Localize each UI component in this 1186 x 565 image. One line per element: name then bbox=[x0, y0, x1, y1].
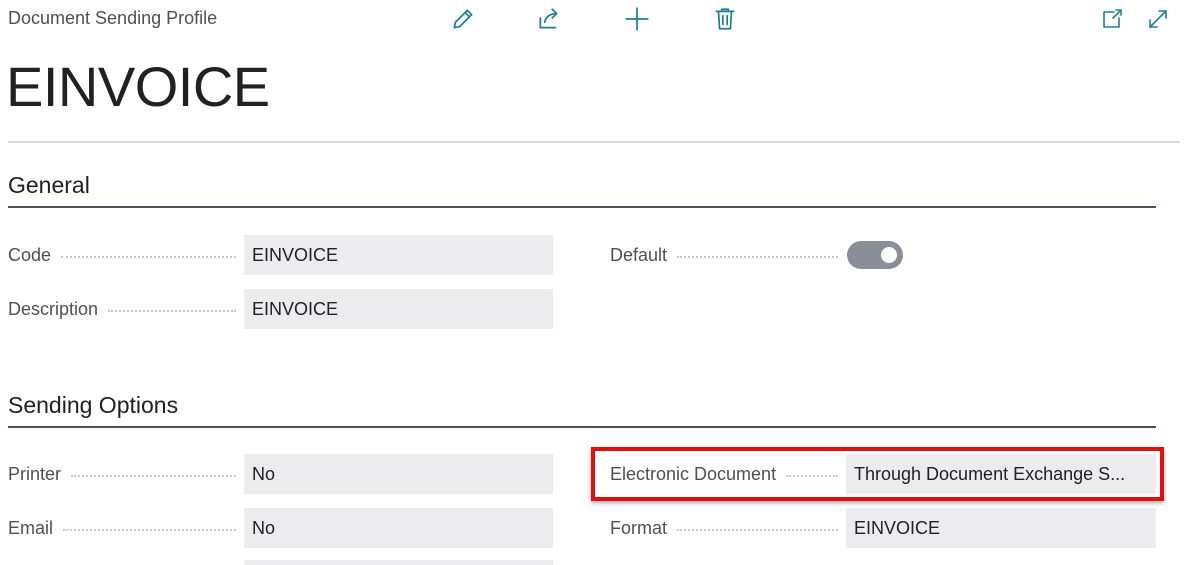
format-label: Format bbox=[610, 517, 668, 538]
email-field[interactable]: No bbox=[244, 508, 553, 548]
open-new-window-icon[interactable] bbox=[1096, 4, 1128, 34]
label-leader-dots bbox=[108, 310, 236, 312]
default-label: Default bbox=[610, 244, 668, 265]
share-icon[interactable] bbox=[533, 4, 565, 34]
format-field[interactable]: EINVOICE bbox=[846, 508, 1156, 548]
field-label-description: Description bbox=[8, 289, 244, 329]
pencil-icon[interactable] bbox=[447, 4, 479, 34]
trash-icon[interactable] bbox=[709, 4, 741, 34]
printer-field[interactable]: No bbox=[244, 454, 553, 494]
field-label-default: Default bbox=[610, 235, 846, 275]
description-label: Description bbox=[8, 298, 99, 319]
email-label: Email bbox=[8, 517, 54, 538]
field-label-printer: Printer bbox=[8, 454, 244, 494]
toggle-knob bbox=[881, 247, 897, 263]
label-leader-dots bbox=[677, 256, 838, 258]
highlight-box bbox=[591, 447, 1164, 501]
field-label-code: Code bbox=[8, 235, 244, 275]
label-leader-dots bbox=[61, 256, 236, 258]
section-divider-sending-options bbox=[8, 426, 1156, 428]
section-title-sending-options[interactable]: Sending Options bbox=[8, 392, 178, 419]
printer-label: Printer bbox=[8, 463, 62, 484]
page-type-label: Document Sending Profile bbox=[8, 8, 218, 28]
code-label: Code bbox=[8, 244, 52, 265]
section-title-general[interactable]: General bbox=[8, 172, 90, 199]
label-leader-dots bbox=[71, 475, 236, 477]
label-leader-dots bbox=[677, 529, 838, 531]
title-divider bbox=[8, 141, 1180, 143]
field-label-format: Format bbox=[610, 508, 846, 548]
code-field[interactable]: EINVOICE bbox=[244, 235, 553, 275]
description-field[interactable]: EINVOICE bbox=[244, 289, 553, 329]
expand-icon[interactable] bbox=[1142, 4, 1174, 34]
page-title: EINVOICE bbox=[6, 55, 270, 118]
field-label-email: Email bbox=[8, 508, 244, 548]
section-divider-general bbox=[8, 206, 1156, 208]
plus-icon[interactable] bbox=[621, 4, 653, 34]
label-leader-dots bbox=[63, 529, 236, 531]
default-toggle[interactable] bbox=[847, 241, 903, 269]
next-field-partial bbox=[244, 560, 553, 565]
